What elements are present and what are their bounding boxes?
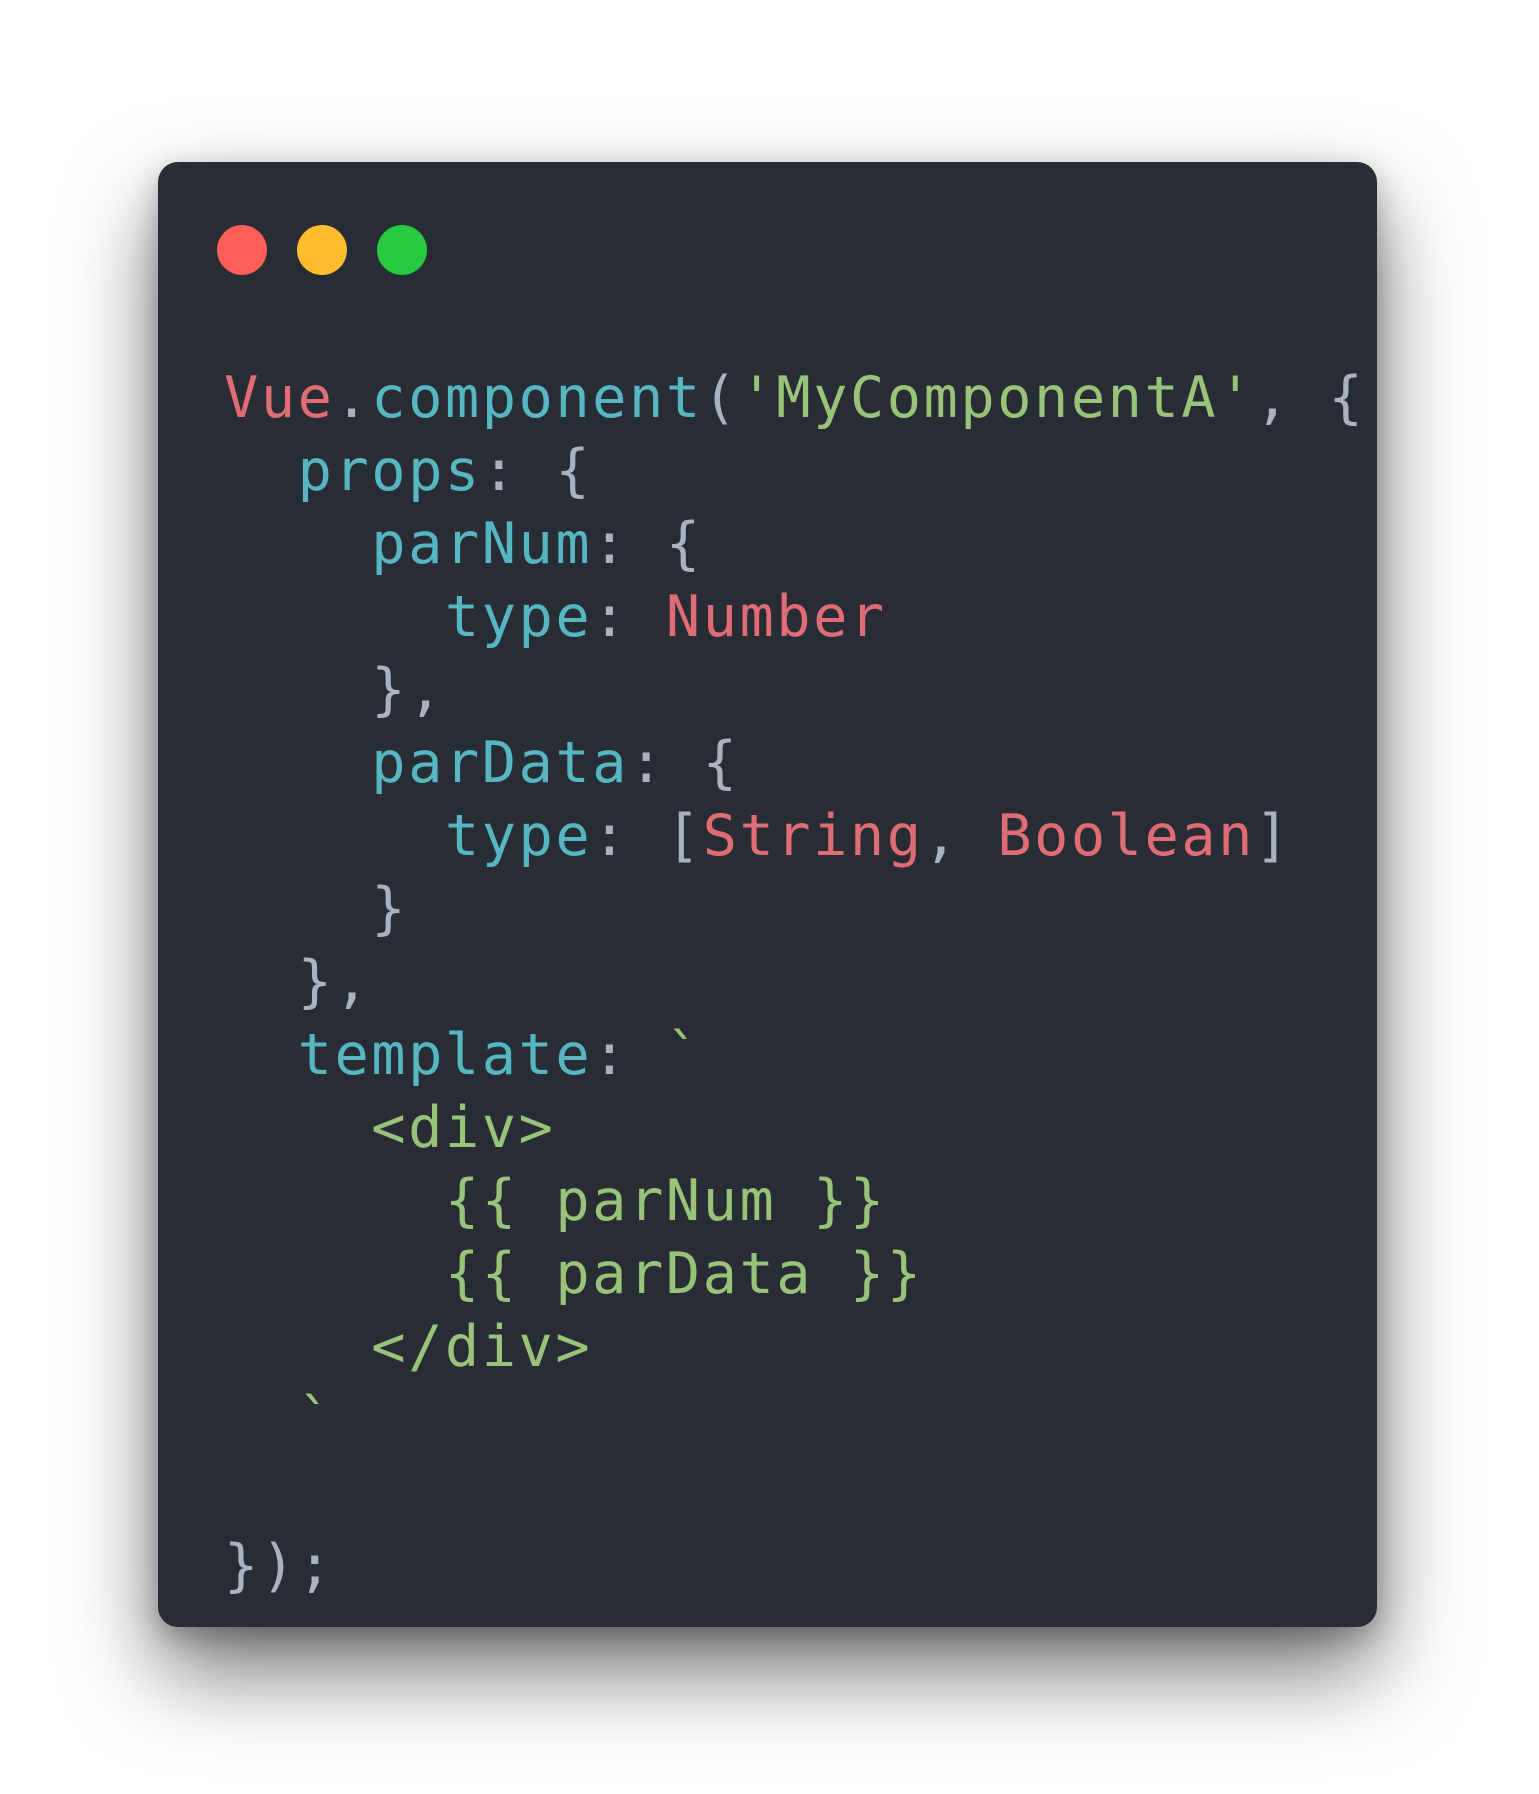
code-token: </div> [371, 1314, 593, 1380]
code-token: String [702, 803, 924, 869]
code-token: : [592, 584, 666, 650]
code-token: : { [592, 511, 703, 577]
code-token: Vue [224, 365, 335, 431]
code-line: parData: { [224, 727, 1365, 800]
zoom-button[interactable] [377, 225, 427, 275]
close-button[interactable] [217, 225, 267, 275]
code-line: Vue.component('MyComponentA', { [224, 362, 1365, 435]
code-token: {{ parNum }} [444, 1168, 887, 1234]
code-token: parNum [371, 511, 593, 577]
code-token: } [224, 876, 409, 942]
code-block: Vue.component('MyComponentA', { props: {… [224, 362, 1365, 1603]
code-token: ` [297, 1387, 335, 1453]
code-token: : { [629, 730, 740, 796]
code-token: }, [224, 949, 372, 1015]
code-line: type: Number [224, 581, 1365, 654]
code-token: type [444, 803, 593, 869]
code-token: : { [481, 438, 593, 504]
code-token: ` [665, 1022, 703, 1088]
code-token: , { [1254, 365, 1366, 431]
code-line: ` [224, 1384, 1365, 1457]
code-token: ( [702, 365, 740, 431]
code-line: {{ parData }} [224, 1238, 1365, 1311]
code-token: 'MyComponentA' [739, 365, 1255, 431]
code-token: . [334, 365, 372, 431]
code-token: Boolean [997, 803, 1255, 869]
minimize-button[interactable] [297, 225, 347, 275]
code-line: props: { [224, 435, 1365, 508]
code-window: Vue.component('MyComponentA', { props: {… [158, 162, 1377, 1627]
window-controls [217, 225, 427, 275]
code-token: }); [224, 1533, 335, 1599]
code-token: component [371, 365, 703, 431]
code-line: }, [224, 946, 1365, 1019]
code-token: {{ parData }} [444, 1241, 924, 1307]
code-token: <div> [371, 1095, 556, 1161]
code-line: type: [String, Boolean] [224, 800, 1365, 873]
code-line: }, [224, 654, 1365, 727]
code-token: template [297, 1022, 593, 1088]
code-line: } [224, 873, 1365, 946]
code-token: : [ [592, 803, 703, 869]
code-line: parNum: { [224, 508, 1365, 581]
code-token: props [297, 438, 482, 504]
code-token: type [444, 584, 593, 650]
code-line: <div> [224, 1092, 1365, 1165]
code-token: ] [1254, 803, 1292, 869]
code-line: {{ parNum }} [224, 1165, 1365, 1238]
code-token: parData [371, 730, 629, 796]
code-line: </div> [224, 1311, 1365, 1384]
code-token: , [923, 803, 998, 869]
code-token: Number [665, 584, 887, 650]
code-token: }, [224, 657, 445, 723]
code-line: template: ` [224, 1019, 1365, 1092]
code-line: }); [224, 1530, 1365, 1603]
code-token: : [592, 1022, 666, 1088]
